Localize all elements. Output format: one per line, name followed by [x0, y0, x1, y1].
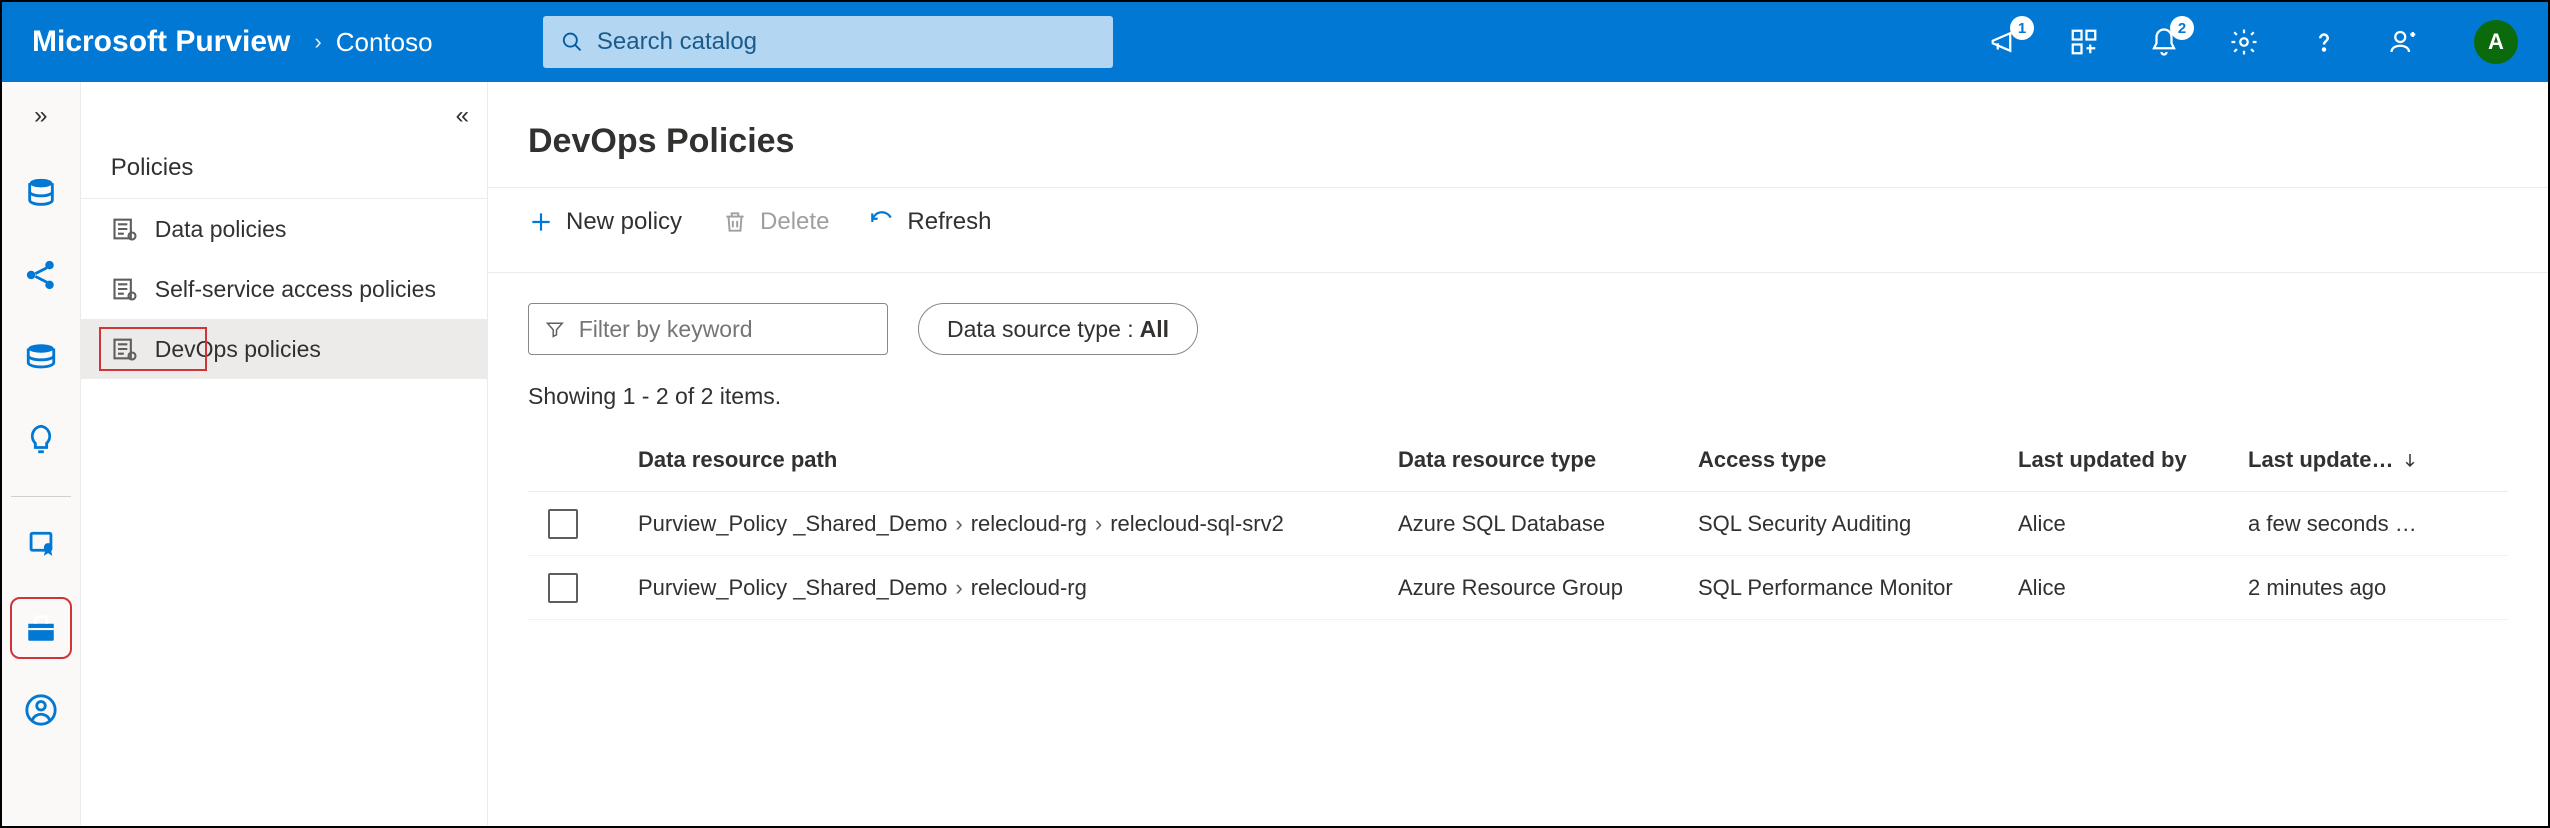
- left-rail: »: [2, 82, 81, 826]
- policies-table: Data resource path Data resource type Ac…: [488, 428, 2548, 620]
- selection-highlight: [99, 327, 207, 371]
- trash-icon: [722, 209, 748, 235]
- user-avatar[interactable]: A: [2474, 20, 2518, 64]
- lightbulb-icon: [24, 422, 58, 456]
- table-row[interactable]: Purview_Policy _Shared_Demo›relecloud-rg…: [528, 556, 2508, 620]
- gear-icon: [2229, 27, 2259, 57]
- announcements-button[interactable]: 1: [1984, 22, 2024, 62]
- col-header-updated-on[interactable]: Last update…: [2248, 447, 2508, 473]
- announcements-badge: 1: [2010, 16, 2034, 40]
- rail-item-insights[interactable]: [16, 414, 66, 464]
- feedback-button[interactable]: [2384, 22, 2424, 62]
- cell-updated-on: 2 minutes ago: [2248, 575, 2508, 601]
- sidepanel-item-label: Data policies: [155, 216, 287, 243]
- cell-resource-path: Purview_Policy _Shared_Demo›relecloud-rg: [638, 575, 1398, 601]
- table-header-row: Data resource path Data resource type Ac…: [528, 428, 2508, 492]
- pill-value: All: [1140, 316, 1169, 343]
- page-title: DevOps Policies: [488, 82, 2548, 187]
- rail-item-data-catalog[interactable]: [16, 168, 66, 218]
- col-header-type[interactable]: Data resource type: [1398, 447, 1698, 473]
- button-label: New policy: [566, 208, 682, 236]
- new-policy-button[interactable]: New policy: [528, 208, 682, 236]
- cell-updated-by: Alice: [2018, 575, 2248, 601]
- button-label: Refresh: [907, 208, 991, 236]
- sidepanel-item-devops-policies[interactable]: DevOps policies: [81, 319, 487, 379]
- notifications-badge: 2: [2170, 16, 2194, 40]
- help-icon: [2309, 27, 2339, 57]
- toolbox-icon: [24, 611, 58, 645]
- rail-item-policy[interactable]: [16, 603, 66, 653]
- collections-button[interactable]: [2064, 22, 2104, 62]
- cell-resource-path: Purview_Policy _Shared_Demo›relecloud-rg…: [638, 511, 1398, 537]
- toolbar: New policy Delete Refresh: [488, 187, 2548, 273]
- search-input[interactable]: [597, 28, 1095, 56]
- row-checkbox[interactable]: [548, 573, 578, 603]
- col-header-updated-by[interactable]: Last updated by: [2018, 447, 2248, 473]
- sidepanel-collapse-button[interactable]: «: [456, 102, 469, 130]
- search-icon: [561, 30, 583, 54]
- rail-item-certifications[interactable]: [16, 521, 66, 571]
- refresh-button[interactable]: Refresh: [869, 208, 991, 236]
- row-checkbox[interactable]: [548, 509, 578, 539]
- database-icon: [24, 176, 58, 210]
- sidepanel-title: Policies: [81, 136, 487, 199]
- policy-icon: [111, 215, 139, 243]
- result-count: Showing 1 - 2 of 2 items.: [488, 355, 2548, 428]
- ribbon-icon: [24, 529, 58, 563]
- brand[interactable]: Microsoft Purview: [22, 25, 300, 59]
- sidepanel-item-data-policies[interactable]: Data policies: [81, 199, 487, 259]
- share-nodes-icon: [24, 258, 58, 292]
- rail-item-privacy[interactable]: [16, 685, 66, 735]
- person-circle-icon: [24, 693, 58, 727]
- pill-label: Data source type :: [947, 316, 1134, 343]
- sidepanel-item-self-service[interactable]: Self-service access policies: [81, 259, 487, 319]
- plus-icon: [528, 209, 554, 235]
- cell-access-type: SQL Security Auditing: [1698, 511, 2018, 537]
- filter-icon: [545, 318, 565, 340]
- feedback-icon: [2389, 27, 2419, 57]
- sidepanel-item-label: Self-service access policies: [155, 276, 436, 303]
- datasource-type-filter[interactable]: Data source type : All: [918, 303, 1198, 355]
- cell-resource-type: Azure SQL Database: [1398, 511, 1698, 537]
- stack-icon: [24, 340, 58, 374]
- filter-keyword-box[interactable]: [528, 303, 888, 355]
- filter-keyword-input[interactable]: [579, 316, 871, 343]
- button-label: Delete: [760, 208, 829, 236]
- table-row[interactable]: Purview_Policy _Shared_Demo›relecloud-rg…: [528, 492, 2508, 556]
- policy-icon: [111, 275, 139, 303]
- sort-descending-icon: [2401, 451, 2419, 469]
- col-header-access[interactable]: Access type: [1698, 447, 2018, 473]
- breadcrumb-separator: ›: [314, 29, 321, 55]
- cell-updated-by: Alice: [2018, 511, 2248, 537]
- app-header: Microsoft Purview › Contoso 1 2: [2, 2, 2548, 82]
- cell-access-type: SQL Performance Monitor: [1698, 575, 2018, 601]
- refresh-icon: [869, 209, 895, 235]
- collections-icon: [2069, 27, 2099, 57]
- side-panel: « Policies Data policies Self-service ac…: [81, 82, 488, 826]
- rail-item-data-estate[interactable]: [16, 332, 66, 382]
- rail-expand-button[interactable]: »: [11, 96, 71, 136]
- rail-item-data-map[interactable]: [16, 250, 66, 300]
- delete-button: Delete: [722, 208, 829, 236]
- cell-resource-type: Azure Resource Group: [1398, 575, 1698, 601]
- settings-button[interactable]: [2224, 22, 2264, 62]
- main-content: DevOps Policies New policy Delete Refres…: [488, 82, 2548, 826]
- help-button[interactable]: [2304, 22, 2344, 62]
- notifications-button[interactable]: 2: [2144, 22, 2184, 62]
- breadcrumb-account[interactable]: Contoso: [336, 27, 433, 58]
- cell-updated-on: a few seconds …: [2248, 511, 2508, 537]
- search-box[interactable]: [543, 16, 1113, 68]
- col-header-path[interactable]: Data resource path: [638, 447, 1398, 473]
